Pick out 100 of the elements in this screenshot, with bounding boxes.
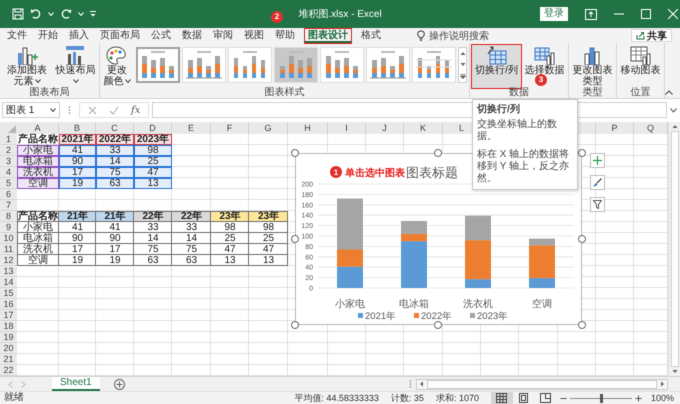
caret-icon[interactable]: [73, 79, 79, 84]
row-header[interactable]: 11: [0, 244, 17, 255]
ribbon-tab[interactable]: 插入: [68, 28, 90, 42]
column-header[interactable]: E: [172, 122, 211, 134]
save-icon[interactable]: [12, 8, 24, 20]
chart-title[interactable]: 图表标题: [406, 165, 458, 180]
row-header[interactable]: 12: [0, 255, 17, 266]
zoom-level[interactable]: 100%: [650, 392, 674, 404]
row-header[interactable]: 3: [0, 156, 17, 167]
add-sheet-icon[interactable]: [114, 378, 125, 390]
resize-handle[interactable]: [578, 149, 586, 157]
view-button[interactable]: [490, 392, 513, 404]
ribbon-tab[interactable]: 公式: [150, 28, 172, 42]
signin-button[interactable]: 登录: [540, 7, 568, 21]
row-header[interactable]: 16: [0, 299, 17, 310]
resize-handle[interactable]: [578, 235, 586, 243]
row-header[interactable]: 5: [0, 178, 17, 189]
ribbon-tab[interactable]: 审阅: [212, 28, 234, 42]
insert-function-button[interactable]: fx: [131, 104, 140, 116]
row-header[interactable]: 22: [0, 365, 17, 376]
splitter-icon[interactable]: [409, 379, 412, 389]
column-header[interactable]: B: [59, 122, 96, 134]
ribbon-tab[interactable]: 视图: [243, 28, 265, 42]
ribbon-button[interactable]: 切换行/列: [472, 45, 521, 88]
column-header[interactable]: G: [249, 122, 288, 134]
more-icon[interactable]: [460, 74, 466, 79]
ribbon-tab[interactable]: 图表设计: [305, 28, 351, 42]
caret-icon[interactable]: [50, 108, 56, 112]
column-header[interactable]: J: [366, 122, 404, 134]
undo-icon[interactable]: [30, 8, 42, 20]
sheet-tab[interactable]: Sheet1: [52, 377, 100, 391]
row-header[interactable]: 17: [0, 310, 17, 321]
chart-styles-button[interactable]: [590, 175, 605, 190]
close-icon[interactable]: [668, 9, 678, 19]
column-header[interactable]: K: [404, 122, 443, 134]
maximize-icon[interactable]: [641, 9, 651, 19]
ribbon-tab[interactable]: 帮助: [274, 28, 296, 42]
zoom-slider[interactable]: [600, 394, 603, 402]
expand-icon[interactable]: [670, 108, 677, 112]
row-header[interactable]: 7: [0, 200, 17, 211]
ribbon-tab[interactable]: 页面布局: [99, 28, 141, 42]
scroll-down-icon[interactable]: [672, 369, 678, 374]
column-header[interactable]: A: [17, 122, 59, 134]
scroll-up-icon[interactable]: [460, 51, 466, 56]
ribbon-tab[interactable]: 文件: [6, 28, 28, 42]
ribbon-button[interactable]: 更改颜色: [102, 45, 132, 88]
vertical-scrollbar[interactable]: [668, 122, 680, 376]
customize-icon[interactable]: [90, 11, 96, 17]
scroll-up-icon[interactable]: [672, 124, 678, 129]
column-header[interactable]: H: [288, 122, 328, 134]
column-header[interactable]: D: [134, 122, 172, 134]
row-header[interactable]: 14: [0, 277, 17, 288]
caret-icon[interactable]: [124, 79, 130, 84]
resize-handle[interactable]: [291, 149, 299, 157]
zoom-in-icon[interactable]: [634, 394, 642, 402]
scroll-right-icon[interactable]: [660, 381, 665, 387]
ribbon-display-icon[interactable]: [585, 8, 597, 20]
ribbon-tab[interactable]: 开始: [37, 28, 59, 42]
ribbon-tab[interactable]: 数据: [181, 28, 203, 42]
row-header[interactable]: 6: [0, 189, 17, 200]
row-header[interactable]: 18: [0, 321, 17, 332]
row-header[interactable]: 8: [0, 211, 17, 222]
row-header[interactable]: 2: [0, 145, 17, 156]
resize-handle[interactable]: [434, 321, 442, 329]
row-header[interactable]: 20: [0, 343, 17, 354]
column-header[interactable]: P: [596, 122, 634, 134]
row-header[interactable]: 9: [0, 222, 17, 233]
ribbon-button[interactable]: 添加图表元素: [2, 45, 52, 88]
share-button[interactable]: 共享: [631, 29, 672, 42]
horizontal-scrollbar[interactable]: [416, 378, 668, 390]
column-header[interactable]: F: [211, 122, 249, 134]
resize-handle[interactable]: [291, 235, 299, 243]
column-header[interactable]: I: [328, 122, 366, 134]
ribbon-button[interactable]: 移动图表: [619, 45, 662, 88]
name-box[interactable]: 图表 1: [2, 102, 60, 118]
chart-elements-button[interactable]: [590, 153, 605, 168]
row-header[interactable]: 1: [0, 134, 17, 145]
scroll-left-icon[interactable]: [419, 381, 424, 387]
row-header[interactable]: 21: [0, 354, 17, 365]
row-header[interactable]: 19: [0, 332, 17, 343]
chart-filter-button[interactable]: [590, 197, 605, 212]
resize-handle[interactable]: [578, 321, 586, 329]
scroll-down-icon[interactable]: [460, 62, 466, 68]
ribbon-button[interactable]: 快速布局: [54, 45, 97, 88]
lightbulb-icon[interactable]: [417, 30, 425, 41]
redo-icon[interactable]: [60, 8, 72, 20]
row-header[interactable]: 10: [0, 233, 17, 244]
column-header[interactable]: Q: [634, 122, 668, 134]
collapse-ribbon-icon[interactable]: [665, 90, 673, 95]
ribbon-button[interactable]: 更改图表类型: [571, 45, 614, 88]
row-header[interactable]: 13: [0, 266, 17, 277]
column-header[interactable]: C: [96, 122, 134, 134]
caret-icon[interactable]: [34, 79, 40, 84]
resize-handle[interactable]: [434, 149, 442, 157]
ribbon-tab[interactable]: 格式: [360, 28, 382, 42]
row-header[interactable]: 15: [0, 288, 17, 299]
row-header[interactable]: 4: [0, 167, 17, 178]
resize-handle[interactable]: [291, 321, 299, 329]
chart-style-thumbnail[interactable]: [136, 47, 180, 83]
search-field[interactable]: 操作说明搜索: [429, 28, 489, 42]
